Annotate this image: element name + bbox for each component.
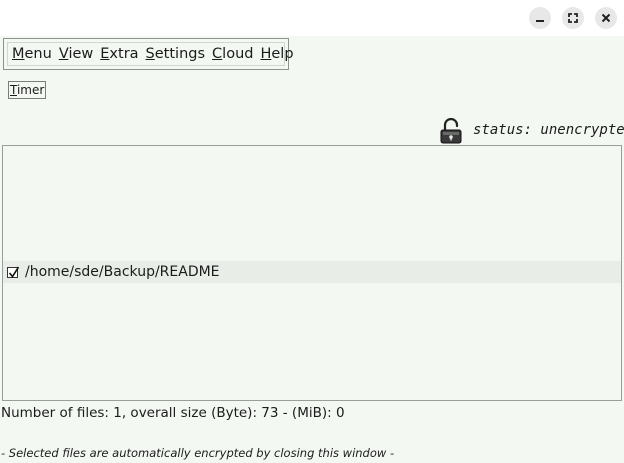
menu-bar: Menu View Extra Settings Cloud Help [3, 38, 294, 70]
menu-bar-inner: Menu View Extra Settings Cloud Help [7, 42, 294, 66]
file-summary: Number of files: 1, overall size (Byte):… [1, 405, 345, 421]
unlocked-padlock-icon [440, 118, 462, 144]
menu-view[interactable]: View [59, 46, 93, 62]
status-text: status: unencrypted [473, 122, 624, 138]
checkmark-icon [8, 266, 19, 278]
file-path: /home/sde/Backup/README [25, 264, 220, 280]
close-icon [601, 13, 611, 23]
maximize-icon [568, 13, 578, 23]
maximize-button[interactable] [562, 7, 584, 29]
minimize-button[interactable] [529, 7, 551, 29]
minimize-icon [536, 20, 544, 22]
file-checkbox[interactable] [7, 266, 19, 278]
menu-extra[interactable]: Extra [100, 46, 138, 62]
app-window: Menu View Extra Settings Cloud Help Time… [0, 0, 624, 463]
menu-cloud[interactable]: Cloud [212, 46, 253, 62]
menu-help[interactable]: Help [260, 46, 293, 62]
menu-settings[interactable]: Settings [146, 46, 206, 62]
menu-menu[interactable]: Menu [12, 46, 52, 62]
encryption-hint: - Selected files are automatically encry… [1, 446, 395, 460]
list-item[interactable]: /home/sde/Backup/README [3, 261, 621, 283]
timer-button[interactable]: Timer [8, 81, 47, 99]
close-button[interactable] [595, 7, 617, 29]
file-list[interactable]: /home/sde/Backup/README [2, 145, 622, 401]
title-bar [0, 0, 624, 36]
